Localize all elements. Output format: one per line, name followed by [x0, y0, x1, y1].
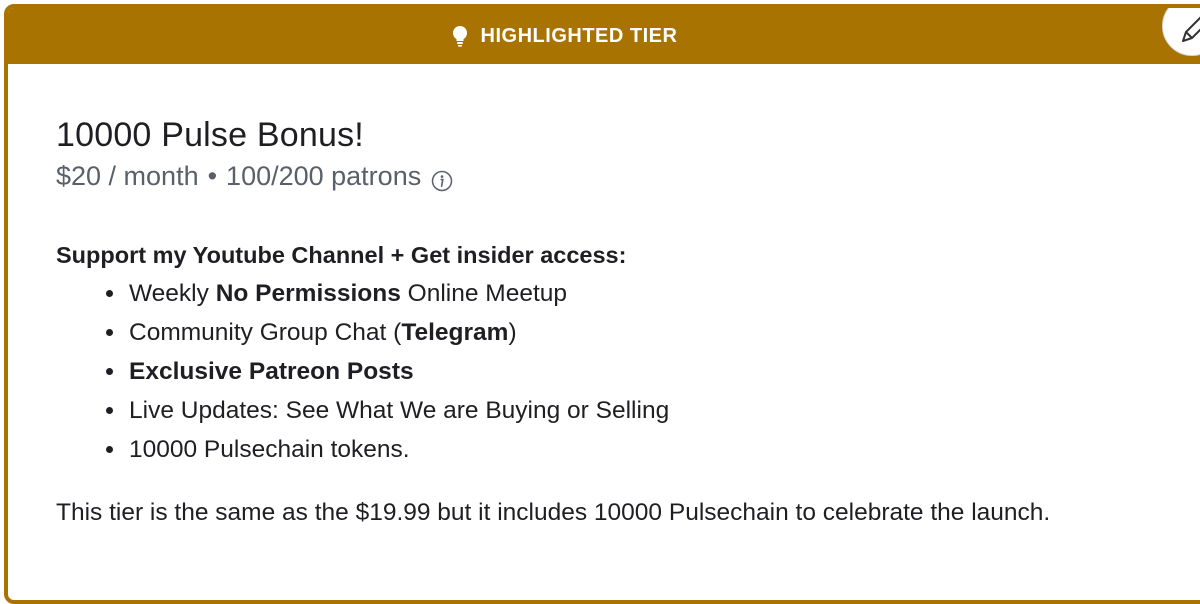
list-item: 10000 Pulsechain tokens. — [106, 430, 1200, 469]
perk-text: 10000 Pulsechain tokens. — [129, 436, 410, 463]
perk-bold-text: No Permissions — [215, 280, 401, 307]
pencil-icon — [1182, 16, 1200, 42]
tier-note: This tier is the same as the $19.99 but … — [56, 499, 1051, 526]
perk-list: Weekly No Permissions Online Meetup Comm… — [56, 274, 1200, 469]
tier-body: 10000 Pulse Bonus! $20 / month • 100/200… — [8, 64, 1200, 529]
tier-card: HIGHLIGHTED TIER 10000 Pulse Bonus! $20 … — [4, 4, 1200, 604]
list-item: Weekly No Permissions Online Meetup — [106, 274, 1200, 313]
tier-meta: $20 / month • 100/200 patrons — [56, 158, 1200, 194]
tier-title: 10000 Pulse Bonus! — [56, 116, 364, 154]
highlighted-tier-banner: HIGHLIGHTED TIER — [8, 8, 1200, 64]
perk-bold-text: Exclusive Patreon Posts — [129, 358, 414, 385]
list-item: Exclusive Patreon Posts — [106, 352, 1200, 391]
info-icon[interactable] — [431, 165, 453, 192]
description-heading: Support my Youtube Channel + Get insider… — [56, 242, 627, 268]
list-item: Live Updates: See What We are Buying or … — [106, 391, 1200, 430]
perk-bold-text: Telegram — [401, 319, 509, 346]
bullet-icon — [106, 290, 113, 297]
bullet-icon — [106, 368, 113, 375]
bullet-icon — [106, 329, 113, 336]
meta-separator: • — [207, 161, 218, 191]
lightbulb-icon — [451, 25, 469, 47]
perk-text: Weekly — [129, 280, 216, 307]
list-item: Community Group Chat (Telegram) — [106, 313, 1200, 352]
tier-price: $20 / month — [56, 161, 199, 191]
bullet-icon — [106, 407, 113, 414]
banner-label: HIGHLIGHTED TIER — [480, 24, 678, 47]
perk-text: Community Group Chat ( — [129, 319, 402, 346]
perk-text: Live Updates: See What We are Buying or … — [129, 397, 670, 424]
patron-count: 100/200 patrons — [226, 161, 422, 191]
bullet-icon — [106, 446, 113, 453]
perk-text: ) — [508, 319, 517, 346]
perk-text: Online Meetup — [400, 280, 568, 307]
